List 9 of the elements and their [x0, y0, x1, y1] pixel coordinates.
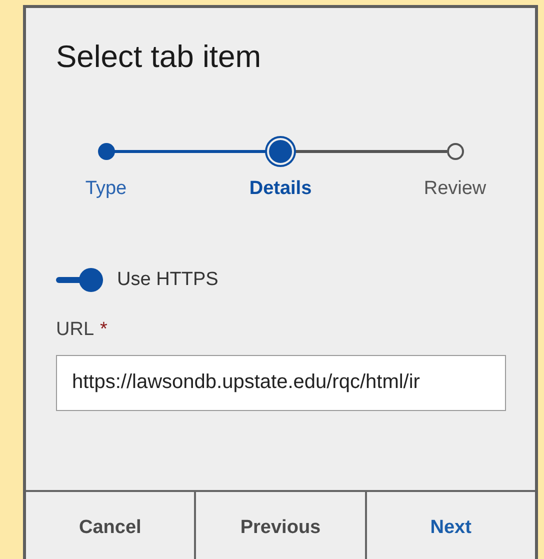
toggle-switch[interactable]: [56, 268, 103, 292]
dialog-title: Select tab item: [56, 38, 262, 76]
url-field[interactable]: https://lawsondb.upstate.edu/rqc/html/ir: [56, 354, 506, 411]
step-label[interactable]: Type: [85, 175, 127, 204]
required-mark: *: [100, 318, 108, 342]
step-label[interactable]: Review: [424, 175, 486, 204]
toggle-label: Use HTTPS: [117, 268, 218, 292]
field-label: URL: [56, 318, 94, 342]
step-label[interactable]: Details: [249, 175, 312, 204]
